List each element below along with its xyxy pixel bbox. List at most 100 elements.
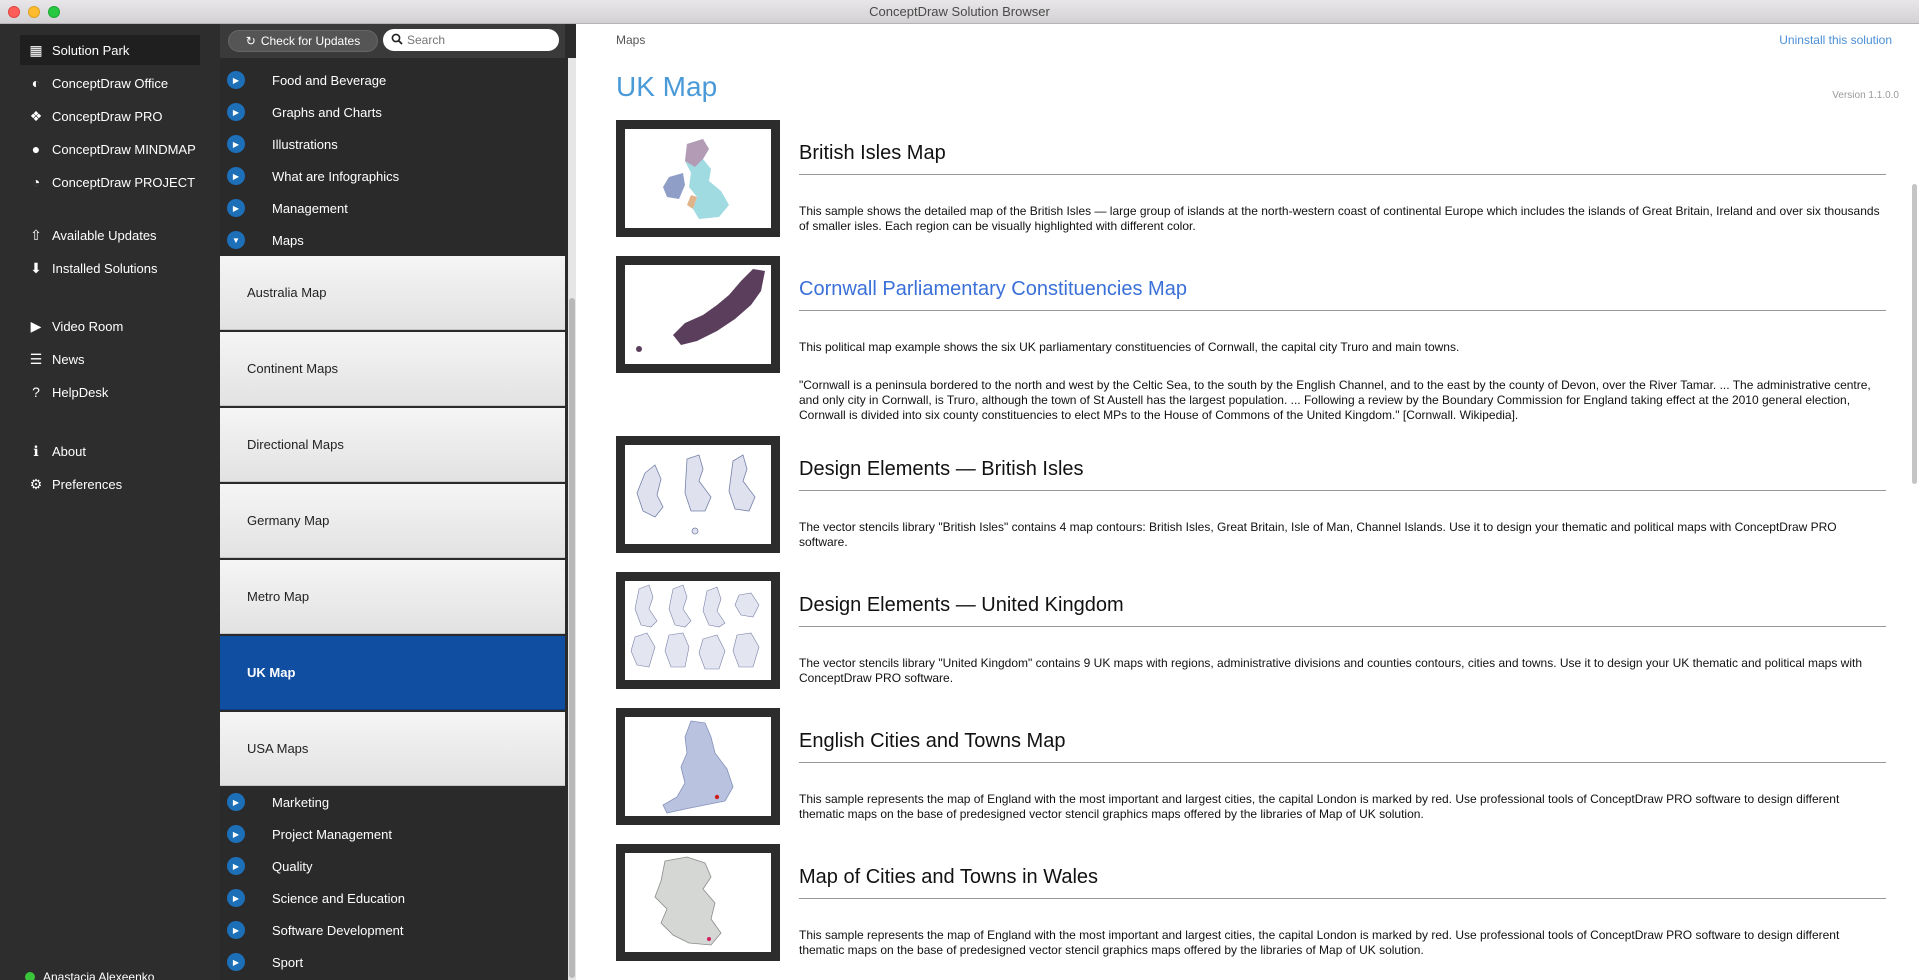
question-icon: ? xyxy=(32,384,40,400)
info-icon: ℹ xyxy=(33,442,39,459)
solution-germany-map[interactable]: Germany Map xyxy=(220,484,565,558)
online-status-icon xyxy=(25,972,35,980)
sample-description: This sample shows the detailed map of th… xyxy=(799,204,1880,233)
expand-icon: ▶ xyxy=(227,103,245,121)
category-label: Software Development xyxy=(272,922,404,938)
expand-icon: ▶ xyxy=(227,953,245,971)
sample-item: Design Elements — British Isles The vect… xyxy=(616,436,1886,561)
solution-australia-map[interactable]: Australia Map xyxy=(220,256,565,330)
nav-video-room[interactable]: ▶ Video Room xyxy=(20,311,200,341)
category-label: Graphs and Charts xyxy=(272,104,382,120)
sample-title-link[interactable]: Cornwall Parliamentary Constituencies Ma… xyxy=(799,278,1187,301)
minimize-window-button[interactable] xyxy=(28,6,40,18)
expand-icon: ▶ xyxy=(227,793,245,811)
sample-title[interactable]: English Cities and Towns Map xyxy=(799,730,1065,753)
updates-icon: ⇧ xyxy=(30,226,42,243)
sample-thumbnail[interactable] xyxy=(616,708,780,825)
category-illustrations[interactable]: ▶ Illustrations xyxy=(220,128,565,160)
category-sport[interactable]: ▶ Sport xyxy=(220,946,565,978)
close-window-button[interactable] xyxy=(8,6,20,18)
sample-thumbnail[interactable] xyxy=(616,572,780,689)
content-scrollbar-thumb[interactable] xyxy=(1912,184,1917,484)
nav-installed-solutions[interactable]: ⬇ Installed Solutions xyxy=(20,253,200,283)
category-label: Marketing xyxy=(272,794,330,810)
sample-item: Design Elements — United Kingdom The vec… xyxy=(616,572,1886,697)
solution-metro-map[interactable]: Metro Map xyxy=(220,560,565,634)
nav-conceptdraw-mindmap[interactable]: ● ConceptDraw MINDMAP xyxy=(20,134,200,164)
category-graphs-and-charts[interactable]: ▶ Graphs and Charts xyxy=(220,96,565,128)
expand-icon: ▶ xyxy=(227,857,245,875)
sample-thumbnail[interactable] xyxy=(616,256,780,373)
list-scrollbar[interactable] xyxy=(568,58,576,980)
divider xyxy=(799,310,1886,311)
england-cities-map-thumbnail xyxy=(662,720,734,814)
nav-helpdesk[interactable]: ? HelpDesk xyxy=(20,377,200,407)
category-maps[interactable]: ▼ Maps xyxy=(220,224,565,256)
nav-available-updates[interactable]: ⇧ Available Updates xyxy=(20,220,200,250)
nav-about[interactable]: ℹ About xyxy=(20,436,200,466)
solution-continent-maps[interactable]: Continent Maps xyxy=(220,332,565,406)
category-science-and-education[interactable]: ▶ Science and Education xyxy=(220,882,565,914)
nav-preferences[interactable]: ⚙ Preferences xyxy=(20,469,200,499)
divider xyxy=(799,762,1886,763)
sample-item: Map of Cities and Towns in Wales This sa… xyxy=(616,844,1886,969)
search-input[interactable] xyxy=(407,33,547,47)
solution-uk-map[interactable]: UK Map xyxy=(220,636,565,710)
category-marketing[interactable]: ▶ Marketing xyxy=(220,786,565,818)
category-food-and-beverage[interactable]: ▶ Food and Beverage xyxy=(220,64,565,96)
office-icon: ◐ xyxy=(31,75,41,91)
nav-solution-park[interactable]: ▦ Solution Park xyxy=(20,35,200,65)
nav-label: Installed Solutions xyxy=(52,260,158,276)
united-kingdom-stencils-thumbnail xyxy=(630,584,760,670)
category-label: Quality xyxy=(272,858,313,874)
nav-label: Video Room xyxy=(52,318,124,334)
category-label: What are Infographics xyxy=(272,168,400,184)
nav-news[interactable]: ☰ News xyxy=(20,344,200,374)
category-what-are-infographics[interactable]: ▶ What are Infographics xyxy=(220,160,565,192)
nav-conceptdraw-pro[interactable]: ❖ ConceptDraw PRO xyxy=(20,101,200,131)
divider xyxy=(799,626,1886,627)
search-box[interactable] xyxy=(383,29,559,51)
category-quality[interactable]: ▶ Quality xyxy=(220,850,565,882)
left-navigation: ▦ Solution Park ◐ ConceptDraw Office ❖ C… xyxy=(0,24,220,980)
content-scrollbar[interactable] xyxy=(1910,184,1919,514)
category-label: Illustrations xyxy=(272,136,338,152)
list-toolbar: ↻ Check for Updates xyxy=(220,24,565,58)
play-icon: ▶ xyxy=(30,317,42,334)
category-software-development[interactable]: ▶ Software Development xyxy=(220,914,565,946)
solution-usa-maps[interactable]: USA Maps xyxy=(220,712,565,786)
sample-title[interactable]: Design Elements — United Kingdom xyxy=(799,594,1124,617)
category-label: Maps xyxy=(272,232,304,248)
sample-title[interactable]: Map of Cities and Towns in Wales xyxy=(799,866,1098,889)
nav-conceptdraw-office[interactable]: ◐ ConceptDraw Office xyxy=(20,68,200,98)
sample-thumbnail[interactable] xyxy=(616,844,780,961)
solution-directional-maps[interactable]: Directional Maps xyxy=(220,408,565,482)
list-scrollbar-thumb[interactable] xyxy=(569,298,575,978)
sample-item: English Cities and Towns Map This sample… xyxy=(616,708,1886,833)
divider xyxy=(799,490,1886,491)
category-label: Project Management xyxy=(272,826,392,842)
sample-description: This sample represents the map of Englan… xyxy=(799,792,1840,821)
category-management[interactable]: ▶ Management xyxy=(220,192,565,224)
british-isles-stencils-thumbnail xyxy=(636,454,756,535)
nav-label: About xyxy=(52,443,86,459)
category-label: Science and Education xyxy=(272,890,405,906)
sample-thumbnail[interactable] xyxy=(616,436,780,553)
nav-conceptdraw-project[interactable]: ◔ ConceptDraw PROJECT xyxy=(20,167,200,197)
sample-quote: "Cornwall is a peninsula bordered to the… xyxy=(799,378,1871,422)
check-for-updates-button[interactable]: ↻ Check for Updates xyxy=(228,30,378,52)
breadcrumb[interactable]: Maps xyxy=(616,33,645,47)
sample-title[interactable]: British Isles Map xyxy=(799,142,946,165)
user-name: Anastacia Alexeenko xyxy=(43,970,155,980)
expand-icon: ▶ xyxy=(227,167,245,185)
category-project-management[interactable]: ▶ Project Management xyxy=(220,818,565,850)
nav-label: Solution Park xyxy=(52,42,130,58)
version-label: Version 1.1.0.0 xyxy=(1832,90,1899,101)
uninstall-link[interactable]: Uninstall this solution xyxy=(1779,33,1892,47)
sample-thumbnail[interactable] xyxy=(616,120,780,237)
nav-label: Preferences xyxy=(52,476,123,492)
expand-icon: ▶ xyxy=(227,825,245,843)
title-bar: ConceptDraw Solution Browser xyxy=(0,0,1919,24)
maximize-window-button[interactable] xyxy=(48,6,60,18)
sample-title[interactable]: Design Elements — British Isles xyxy=(799,458,1084,481)
